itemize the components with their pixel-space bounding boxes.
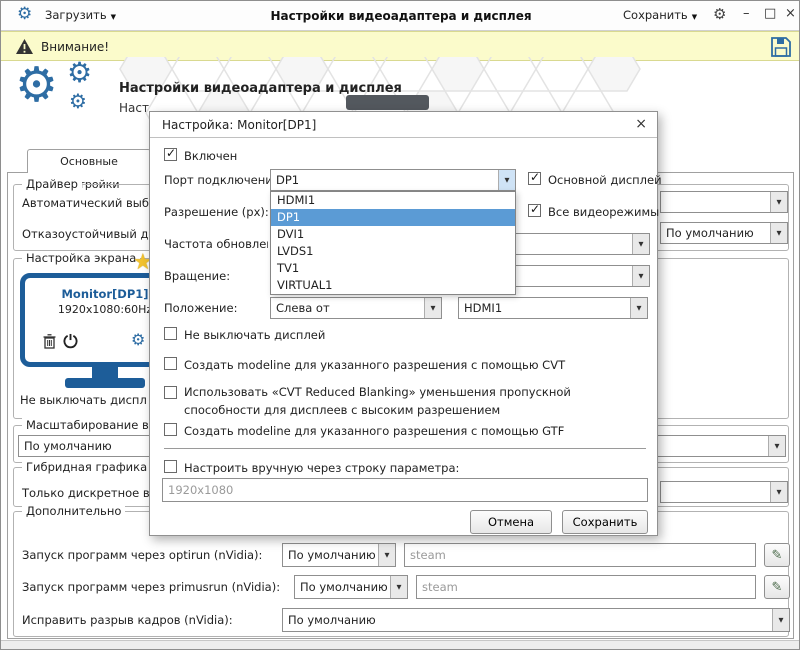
header-badge [346, 95, 429, 110]
pencil-icon: ✎ [771, 547, 783, 563]
monitor-gear-icon[interactable]: ⚙ [131, 332, 145, 348]
close-button[interactable]: × [785, 6, 796, 21]
warning-text: Внимание! [41, 40, 110, 54]
gtf-checkbox[interactable] [164, 423, 177, 436]
keep-on-label: Не выключать дисплей [184, 328, 326, 342]
primary-display-label: Основной дисплей [548, 173, 662, 187]
primusrun-edit-button[interactable]: ✎ [764, 575, 790, 599]
rotation-label: Вращение: [164, 269, 231, 283]
cvt-rb-checkbox[interactable] [164, 386, 177, 399]
port-option-lvds1[interactable]: LVDS1 [271, 243, 515, 260]
tearfree-combobox[interactable]: По умолчанию ▼ [282, 608, 790, 632]
combo-arrow-icon: ▼ [378, 544, 395, 566]
power-icon[interactable] [63, 333, 78, 349]
group-advanced-legend: Дополнительно [22, 504, 126, 518]
manual-label: Настроить вручную через строку параметра… [184, 461, 460, 475]
check-icon: ✓ [530, 202, 541, 216]
driver-failsafe-label: Отказоустойчивый др [22, 227, 156, 241]
port-label: Порт подключения: [164, 173, 284, 187]
optirun-label: Запуск программ через optirun (nVidia): [22, 548, 263, 562]
primusrun-combobox[interactable]: По умолчанию ▼ [294, 575, 408, 599]
refresh-label: Частота обновления (Hz): [164, 237, 268, 251]
separator [164, 448, 646, 449]
combo-arrow-icon: ▼ [390, 576, 407, 598]
combo-arrow-icon: ▼ [630, 298, 647, 318]
optirun-edit-button[interactable]: ✎ [764, 543, 790, 567]
port-combobox[interactable]: DP1 ▼ [270, 169, 516, 191]
position-label: Положение: [164, 301, 238, 315]
app-logo-gears-icon: ⚙ ⚙ ⚙ [15, 56, 93, 113]
primary-display-checkbox[interactable]: ✓ [528, 170, 541, 185]
page-subtitle: Наст [119, 101, 149, 115]
tab-main-settings[interactable]: Основные настройки [27, 149, 151, 191]
enabled-label: Включен [184, 149, 238, 163]
settings-gear-button[interactable]: ⚙ [713, 7, 726, 22]
combo-arrow-icon: ▼ [768, 436, 785, 456]
screen-keep-on-label: Не выключать диспл [20, 393, 147, 407]
port-option-virtual1[interactable]: VIRTUAL1 [271, 277, 515, 294]
manual-mode-input[interactable] [162, 478, 648, 502]
gtf-label: Создать modeline для указанного разрешен… [184, 424, 565, 438]
combo-arrow-icon: ▼ [632, 234, 649, 254]
keep-on-checkbox[interactable] [164, 327, 177, 340]
combo-arrow-icon: ▼ [498, 170, 515, 190]
port-dropdown-list: HDMI1 DP1 DVI1 LVDS1 TV1 VIRTUAL1 [270, 191, 516, 295]
save-file-icon[interactable] [769, 35, 793, 59]
monitor-stand-base [65, 378, 145, 388]
hybrid-combobox[interactable]: ▼ [660, 481, 788, 503]
page-title: Настройки видеоадаптера и дисплея [119, 81, 402, 96]
save-menu-label: Сохранить [623, 8, 688, 22]
driver-auto-label: Автоматический выбо [22, 196, 157, 210]
pencil-icon: ✎ [771, 579, 783, 595]
port-option-tv1[interactable]: TV1 [271, 260, 515, 277]
port-option-dvi1[interactable]: DVI1 [271, 226, 515, 243]
check-icon: ✓ [530, 170, 541, 184]
all-modes-checkbox[interactable]: ✓ [528, 202, 541, 217]
group-driver-legend: Драйвер [22, 177, 82, 191]
group-hybrid-legend: Гибридная графика [22, 460, 152, 474]
port-option-dp1[interactable]: DP1 [271, 209, 515, 226]
maximize-button[interactable]: □ [764, 6, 776, 21]
primusrun-input[interactable] [416, 575, 756, 599]
save-menu-button[interactable]: Сохранить ▼ [623, 8, 697, 22]
cvt-checkbox[interactable] [164, 357, 177, 370]
hybrid-label: Только дискретное в [22, 486, 150, 500]
combo-arrow-icon: ▼ [772, 609, 789, 631]
save-button[interactable]: Сохранить [562, 510, 648, 534]
app-window: ⚙ Загрузить ▼ Настройки видеоадаптера и д… [0, 0, 800, 650]
optirun-combobox[interactable]: По умолчанию ▼ [282, 543, 396, 567]
combo-arrow-icon: ▼ [770, 223, 787, 243]
position-combobox[interactable]: Слева от ▼ [270, 297, 442, 319]
cancel-button[interactable]: Отмена [470, 510, 552, 534]
port-option-hdmi1[interactable]: HDMI1 [271, 192, 515, 209]
cvt-label: Создать modeline для указанного разрешен… [184, 358, 566, 372]
dialog-titlebar[interactable]: Настройка: Monitor[DP1] × [150, 112, 657, 138]
check-icon: ✓ [166, 146, 177, 160]
window-titlebar: ⚙ Загрузить ▼ Настройки видеоадаптера и д… [1, 1, 799, 31]
combo-arrow-icon: ▼ [424, 298, 441, 318]
minimize-button[interactable]: – [743, 6, 750, 21]
primusrun-label: Запуск программ через primusrun (nVidia)… [22, 580, 281, 594]
warning-icon [16, 39, 33, 54]
enabled-checkbox[interactable]: ✓ [164, 146, 177, 161]
all-modes-label: Все видеорежимы [548, 205, 660, 219]
chevron-down-icon: ▼ [691, 13, 698, 21]
group-scaling-legend: Масштабирование вы [22, 418, 162, 432]
dialog-close-icon[interactable]: × [635, 116, 647, 132]
manual-checkbox[interactable] [164, 460, 177, 473]
trash-icon[interactable] [43, 334, 56, 349]
dialog-title: Настройка: Monitor[DP1] [162, 118, 317, 132]
tearfree-label: Исправить разрыв кадров (nVidia): [22, 613, 233, 627]
optirun-input[interactable] [404, 543, 756, 567]
position-target-combobox[interactable]: HDMI1 ▼ [458, 297, 648, 319]
status-bar [1, 640, 799, 649]
cvt-rb-label: Использовать «CVT Reduced Blanking» умен… [184, 385, 571, 417]
resolution-label: Разрешение (px): [164, 205, 269, 219]
driver-auto-combobox[interactable]: ▼ [660, 191, 788, 213]
combo-arrow-icon: ▼ [770, 482, 787, 502]
driver-failsafe-combobox[interactable]: По умолчанию ▼ [660, 222, 788, 244]
combo-arrow-icon: ▼ [632, 266, 649, 286]
combo-arrow-icon: ▼ [770, 192, 787, 212]
monitor-settings-dialog: Настройка: Monitor[DP1] × ✓ Включен Порт… [149, 111, 662, 536]
